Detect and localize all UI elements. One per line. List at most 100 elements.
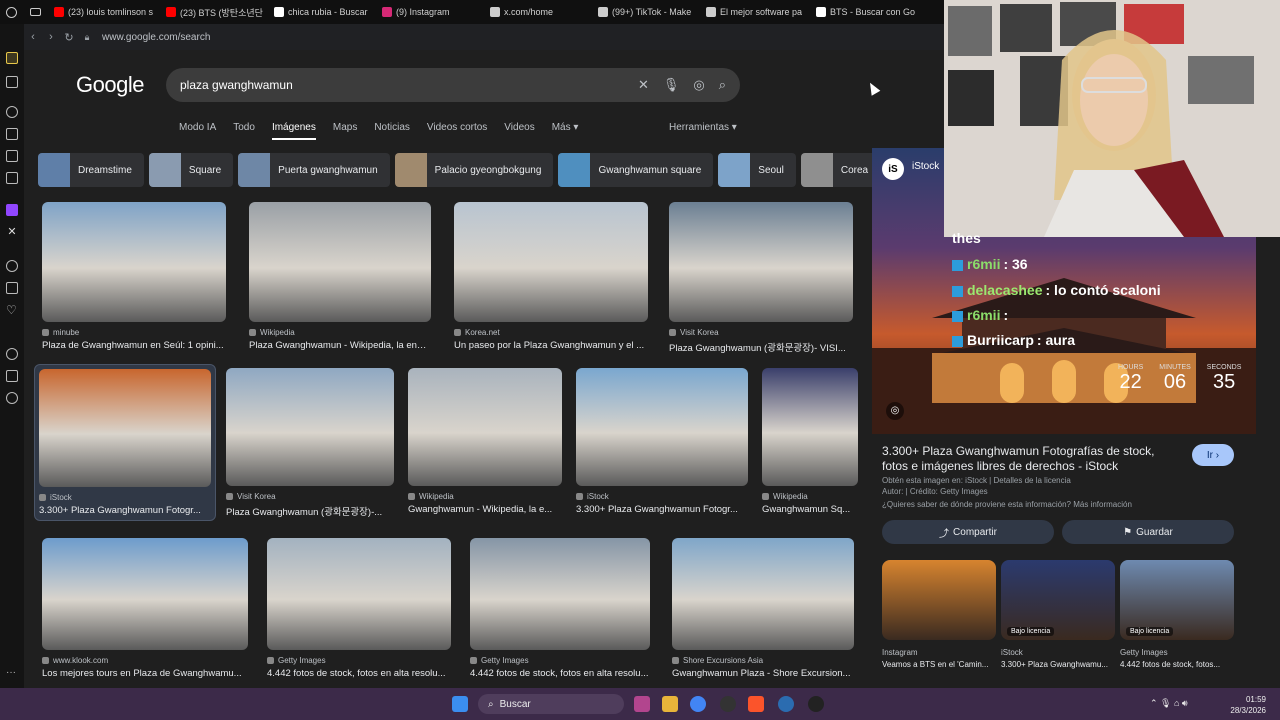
license-info[interactable]: Obtén esta imagen en: iStock | Detalles … <box>882 476 1071 485</box>
result-caption[interactable]: Gwanghwamun Sq... <box>762 504 858 515</box>
play-icon[interactable] <box>6 260 18 272</box>
refinement-chip[interactable]: Square <box>148 153 234 187</box>
result-thumbnail[interactable] <box>669 202 853 322</box>
history-icon[interactable] <box>6 348 18 360</box>
obs-icon[interactable] <box>720 696 736 712</box>
related-thumbnail[interactable]: Bajo licencia <box>1001 560 1115 640</box>
reload-icon[interactable]: ↻ <box>60 31 78 44</box>
browser-menu-button[interactable] <box>0 0 24 24</box>
related-caption[interactable]: Veamos a BTS en el 'Camin... <box>882 660 996 669</box>
heart-icon[interactable]: ♡ <box>6 304 18 316</box>
related-image[interactable]: Bajo licencia iStock 3.300+ Plaza Gwanghwa… <box>1001 560 1115 669</box>
info-question[interactable]: ¿Quieres saber de dónde proviene esta in… <box>882 500 1132 509</box>
refinement-chip[interactable]: Gwanghwamun square <box>558 153 714 187</box>
twitch-icon[interactable] <box>6 204 18 216</box>
browser-tab[interactable]: chica rubia - Buscar <box>268 0 376 24</box>
image-result[interactable]: minube Plaza de Gwanghwamun en Seúl: 1 op… <box>42 202 226 351</box>
chrome-icon[interactable] <box>690 696 706 712</box>
share-button[interactable]: ⤴ Compartir <box>882 520 1054 544</box>
result-caption[interactable]: 3.300+ Plaza Gwanghwamun Fotogr... <box>576 504 748 515</box>
result-source[interactable]: www.klook.com <box>42 656 248 665</box>
more-icon[interactable]: ··· <box>6 668 18 682</box>
box-icon[interactable] <box>6 370 18 382</box>
result-caption[interactable]: Gwanghwamun Plaza - Shore Excursion... <box>672 668 854 679</box>
result-caption[interactable]: Plaza de Gwanghwamun en Seúl: 1 opini... <box>42 340 226 351</box>
result-thumbnail[interactable] <box>42 538 248 650</box>
result-thumbnail[interactable] <box>408 368 562 486</box>
image-result[interactable]: Korea.net Un paseo por la Plaza Gwanghwam… <box>454 202 648 351</box>
result-thumbnail[interactable] <box>762 368 858 486</box>
result-source[interactable]: Getty Images <box>470 656 650 665</box>
browser-tab[interactable]: BTS - Buscar con Go <box>810 0 922 24</box>
related-caption[interactable]: 3.300+ Plaza Gwanghwamu... <box>1001 660 1115 669</box>
result-caption[interactable]: 4.442 fotos de stock, fotos en alta reso… <box>267 668 451 679</box>
lens-icon[interactable]: ◎ <box>693 77 704 93</box>
result-caption[interactable]: Plaza Gwanghwamun - Wikipedia, la enci..… <box>249 340 431 351</box>
related-image[interactable]: Bajo licencia Getty Images 4.442 fotos de … <box>1120 560 1234 669</box>
search-tab[interactable]: Imágenes <box>271 122 316 140</box>
result-thumbnail[interactable] <box>249 202 431 322</box>
related-thumbnail[interactable]: Bajo licencia <box>1120 560 1234 640</box>
image-result[interactable]: Wikipedia Gwanghwamun - Wikipedia, la e..… <box>408 368 562 515</box>
result-source[interactable]: Getty Images <box>267 656 451 665</box>
messenger-icon[interactable] <box>6 172 18 184</box>
result-caption[interactable]: Plaza Gwanghwamun (광화문광장)- VISI... <box>669 340 853 354</box>
forward-icon[interactable]: › <box>42 31 60 43</box>
app-icon[interactable] <box>808 696 824 712</box>
result-source[interactable]: Wikipedia <box>249 328 431 337</box>
refinement-chip[interactable]: Corea <box>800 153 881 187</box>
result-caption[interactable]: Gwanghwamun - Wikipedia, la e... <box>408 504 562 515</box>
browser-tab[interactable]: (9) Instagram <box>376 0 484 24</box>
result-thumbnail[interactable] <box>42 202 226 322</box>
refinement-chip[interactable]: Dreamstime <box>38 153 144 187</box>
image-result[interactable]: Wikipedia Plaza Gwanghwamun - Wikipedia, … <box>249 202 431 351</box>
result-source[interactable]: Shore Excursions Asia <box>672 656 854 665</box>
result-caption[interactable]: 4.442 fotos de stock, fotos en alta reso… <box>470 668 650 679</box>
related-thumbnail[interactable] <box>882 560 996 640</box>
bag-icon[interactable] <box>6 128 18 140</box>
result-source[interactable]: Korea.net <box>454 328 648 337</box>
search-tab[interactable]: Maps <box>333 122 357 140</box>
taskbar-search[interactable]: ⌕ Buscar <box>478 694 624 714</box>
image-result[interactable]: Getty Images 4.442 fotos de stock, fotos … <box>267 538 451 679</box>
gamepad-icon[interactable] <box>6 76 18 88</box>
search-tab[interactable]: Videos cortos <box>427 122 487 140</box>
tools-button[interactable]: Herramientas ▾ <box>669 122 737 133</box>
image-result[interactable]: www.klook.com Los mejores tours en Plaza … <box>42 538 248 679</box>
search-tab[interactable]: Modo IA <box>179 122 216 140</box>
result-caption[interactable]: 3.300+ Plaza Gwanghwamun Fotogr... <box>39 505 211 516</box>
image-result[interactable]: iStock 3.300+ Plaza Gwanghwamun Fotogr... <box>34 364 216 521</box>
settings-icon[interactable] <box>6 392 18 404</box>
back-icon[interactable]: ‹ <box>24 31 42 43</box>
result-thumbnail[interactable] <box>470 538 650 650</box>
result-thumbnail[interactable] <box>454 202 648 322</box>
image-result[interactable]: Visit Korea Plaza Gwanghwamun (광화문광장)-... <box>226 368 394 518</box>
opera-gx-icon[interactable] <box>634 696 650 712</box>
result-thumbnail[interactable] <box>39 369 211 487</box>
result-thumbnail[interactable] <box>226 368 394 486</box>
url-field[interactable]: www.google.com/search <box>102 32 210 43</box>
result-caption[interactable]: Plaza Gwanghwamun (광화문광장)-... <box>226 504 394 518</box>
browser-tab[interactable]: x.com/home <box>484 0 592 24</box>
visit-button[interactable]: Ir › <box>1192 444 1234 466</box>
related-caption[interactable]: 4.442 fotos de stock, fotos... <box>1120 660 1234 669</box>
refinement-chip[interactable]: Puerta gwanghwamun <box>238 153 390 187</box>
windows-start-icon[interactable] <box>452 696 468 712</box>
browser-tab[interactable]: El mejor software pa <box>700 0 810 24</box>
result-source[interactable]: iStock <box>576 492 748 501</box>
search-tab[interactable]: Todo <box>233 122 255 140</box>
result-source[interactable]: iStock <box>39 493 211 502</box>
search-input[interactable]: plaza gwanghwamun ✕ 🎙︎ ◎ ⌕ <box>166 68 740 102</box>
image-result[interactable]: Getty Images 4.442 fotos de stock, fotos … <box>470 538 650 679</box>
related-image[interactable]: Instagram Veamos a BTS en el 'Camin... <box>882 560 996 669</box>
result-caption[interactable]: Los mejores tours en Plaza de Gwanghwamu… <box>42 668 248 679</box>
search-tab[interactable]: Videos <box>504 122 534 140</box>
result-source[interactable]: Wikipedia <box>762 492 858 501</box>
tab-overview-button[interactable] <box>24 0 48 24</box>
panel-title[interactable]: 3.300+ Plaza Gwanghwamun Fotografías de … <box>882 444 1182 474</box>
wallet-icon[interactable] <box>6 150 18 162</box>
browser-tab[interactable]: (23) BTS (방탄소년단 <box>160 0 268 24</box>
search-tab[interactable]: Noticias <box>374 122 410 140</box>
search-icon[interactable]: ⌕ <box>719 77 726 93</box>
image-result[interactable]: Shore Excursions Asia Gwanghwamun Plaza -… <box>672 538 854 679</box>
